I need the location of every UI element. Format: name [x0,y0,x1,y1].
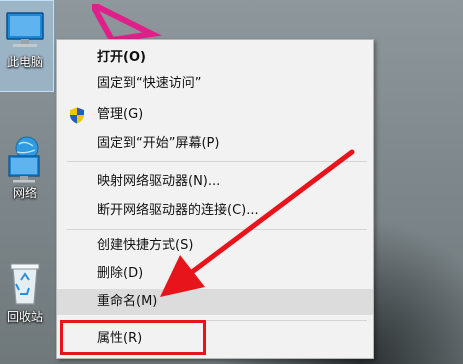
red-arrow-annotation [160,149,355,297]
